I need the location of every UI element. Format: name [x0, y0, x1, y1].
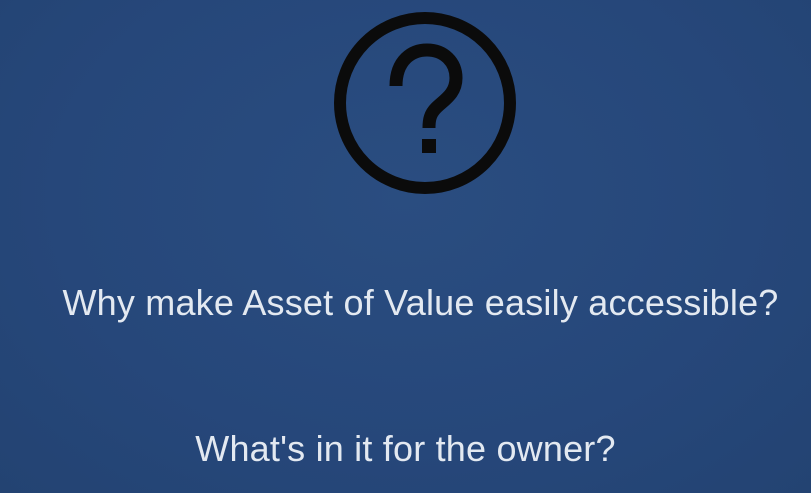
- question-line-why: Why make Asset of Value easily accessibl…: [62, 282, 779, 323]
- question-line-owner: What's in it for the owner?: [195, 428, 616, 469]
- question-mark-circle-icon: [330, 8, 520, 198]
- presentation-slide: Why make Asset of Value easily accessibl…: [0, 0, 811, 493]
